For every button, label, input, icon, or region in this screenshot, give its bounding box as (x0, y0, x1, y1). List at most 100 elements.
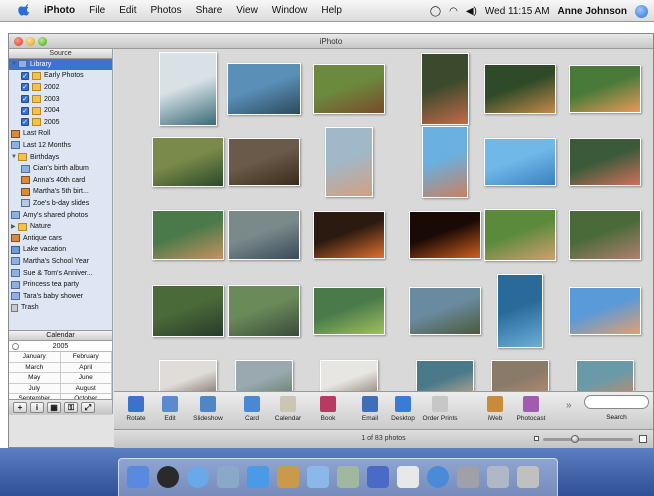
checkbox-icon[interactable]: ✓ (21, 83, 29, 92)
sidebar-item[interactable]: Sue & Tom's Anniver... (9, 268, 112, 279)
menu-window[interactable]: Window (272, 5, 308, 16)
zoom-button[interactable] (38, 37, 47, 46)
fullscreen-button[interactable]: ⤢ (81, 401, 95, 413)
disclosure-triangle-icon[interactable]: ▶ (11, 223, 17, 230)
checkbox-icon[interactable]: ✓ (21, 95, 29, 104)
system-preferences-icon[interactable] (457, 466, 479, 488)
photo-thumbnail[interactable] (409, 211, 481, 259)
calendar-month[interactable]: January (9, 352, 61, 363)
photo-thumbnail[interactable] (569, 210, 641, 260)
photo-thumbnail[interactable] (421, 53, 469, 125)
photo-thumbnail[interactable] (313, 211, 385, 259)
menu-photos[interactable]: Photos (150, 5, 181, 16)
mail-icon[interactable] (217, 466, 239, 488)
photo-thumbnail[interactable] (576, 360, 634, 391)
window-titlebar[interactable]: iPhoto (9, 34, 653, 49)
info-button[interactable]: i (30, 401, 44, 413)
wifi-icon[interactable]: ◠ (449, 6, 458, 17)
toolbar-more-button[interactable]: » (566, 400, 572, 411)
sidebar-item[interactable]: ▼ Library (9, 59, 112, 70)
photo-thumbnail[interactable] (152, 210, 224, 260)
photo-thumbnail[interactable] (569, 287, 641, 335)
toolbar-edit-button[interactable]: Edit (150, 396, 190, 422)
minimize-button[interactable] (26, 37, 35, 46)
sidebar-item[interactable]: Anna's 40th card (9, 175, 112, 186)
address-book-icon[interactable] (277, 466, 299, 488)
toolbar-order-prints-button[interactable]: Order Prints (420, 396, 460, 422)
toolbar-photocast-button[interactable]: Photocast (511, 396, 551, 422)
calendar-month[interactable]: February (60, 352, 112, 363)
sidebar-item[interactable]: Martha's School Year (9, 256, 112, 267)
toolbar-card-button[interactable]: Card (232, 396, 272, 422)
checkbox-icon[interactable]: ✓ (21, 118, 29, 127)
menu-view[interactable]: View (236, 5, 258, 16)
dashboard-icon[interactable] (157, 466, 179, 488)
sidebar-item[interactable]: Lake vacation (9, 245, 112, 256)
source-header[interactable]: Source (9, 49, 112, 59)
app-menu[interactable]: iPhoto (44, 5, 75, 16)
menu-help[interactable]: Help (321, 5, 342, 16)
calendar-month[interactable]: March (9, 362, 61, 373)
downloads-icon[interactable] (487, 466, 509, 488)
calendar-toggle-button[interactable]: ▦ (47, 401, 61, 413)
photo-thumbnail[interactable] (325, 127, 373, 197)
zoom-slider-thumb[interactable] (571, 435, 579, 443)
ical-icon[interactable] (397, 466, 419, 488)
toolbar-book-button[interactable]: Book (308, 396, 348, 422)
photo-thumbnail[interactable] (484, 209, 556, 261)
ichat-icon[interactable] (247, 466, 269, 488)
photo-thumbnail[interactable] (484, 64, 556, 114)
sidebar-item[interactable]: ✓ 2004 (9, 105, 112, 116)
sidebar-item[interactable]: ✓ 2003 (9, 94, 112, 105)
calendar-month[interactable]: June (60, 373, 112, 384)
sync-icon[interactable]: ◯ (430, 6, 441, 17)
quicktime-icon[interactable] (427, 466, 449, 488)
menu-edit[interactable]: Edit (119, 5, 136, 16)
sidebar-item[interactable]: Princess tea party (9, 279, 112, 290)
sidebar-item[interactable]: Cian's birth album (9, 163, 112, 174)
imovie-icon[interactable] (367, 466, 389, 488)
volume-icon[interactable]: ◀) (466, 6, 477, 17)
close-button[interactable] (14, 37, 23, 46)
apple-menu-icon[interactable] (18, 3, 32, 18)
keywords-button[interactable]: ⚿ (64, 401, 78, 413)
checkbox-icon[interactable]: ✓ (21, 106, 29, 115)
sidebar-item[interactable]: Zoe's b-day slides (9, 198, 112, 209)
photo-thumbnail[interactable] (228, 138, 300, 186)
sidebar-item[interactable]: Martha's 5th birt... (9, 187, 112, 198)
calendar-month[interactable]: May (9, 373, 61, 384)
sidebar-item[interactable]: ▶ Nature (9, 221, 112, 232)
sidebar-item[interactable]: Tara's baby shower (9, 291, 112, 302)
photo-thumbnail[interactable] (569, 138, 641, 186)
photo-thumbnail[interactable] (497, 274, 543, 348)
checkbox-icon[interactable]: ✓ (21, 71, 29, 80)
disclosure-triangle-icon[interactable]: ▼ (11, 61, 17, 67)
disclosure-triangle-icon[interactable]: ▼ (11, 154, 17, 160)
menu-share[interactable]: Share (196, 5, 223, 16)
spotlight-icon[interactable] (635, 4, 648, 18)
clock-icon[interactable] (12, 343, 19, 350)
calendar-month[interactable]: July (9, 383, 61, 394)
sidebar-item[interactable]: ▼ Birthdays (9, 152, 112, 163)
photo-thumbnail[interactable] (320, 360, 378, 391)
photo-thumbnail[interactable] (313, 64, 385, 114)
photo-thumbnail[interactable] (422, 126, 468, 198)
photo-thumbnail[interactable] (313, 287, 385, 335)
zoom-slider[interactable] (543, 435, 633, 443)
calendar-month[interactable]: August (60, 383, 112, 394)
sidebar-item[interactable]: ✓ Early Photos (9, 71, 112, 82)
calendar-header[interactable]: Calendar (9, 331, 112, 341)
menu-file[interactable]: File (89, 5, 105, 16)
toolbar-desktop-button[interactable]: Desktop (383, 396, 423, 422)
calendar-month[interactable]: April (60, 362, 112, 373)
sidebar-item[interactable]: Antique cars (9, 233, 112, 244)
photo-thumbnail[interactable] (227, 63, 301, 115)
sidebar-item[interactable]: Trash (9, 303, 112, 314)
photo-thumbnail[interactable] (569, 65, 641, 113)
photo-thumbnail[interactable] (416, 360, 474, 391)
trash-icon[interactable] (517, 466, 539, 488)
photo-thumbnail[interactable] (228, 210, 300, 260)
user-name[interactable]: Anne Johnson (558, 6, 627, 17)
sidebar-item[interactable]: ✓ 2005 (9, 117, 112, 128)
sidebar-item[interactable]: Last 12 Months (9, 140, 112, 151)
